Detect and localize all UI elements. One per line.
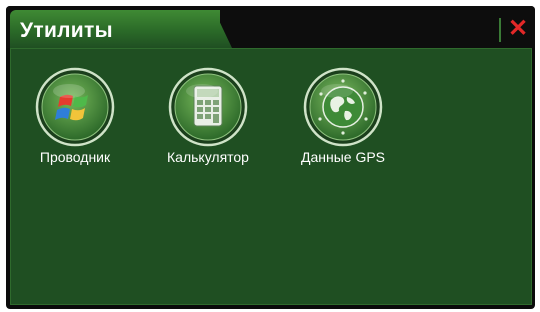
close-icon: ✕ [507,15,529,42]
title-separator [499,18,501,42]
app-label-gps-data: Данные GPS [300,149,386,165]
globe-icon [303,67,383,147]
app-calculator[interactable]: Калькулятор [150,67,266,165]
utilities-window: Утилиты ✕ Проводник Калькулятор Данные G… [6,6,535,309]
title-bar: Утилиты ✕ [6,6,535,48]
app-explorer[interactable]: Проводник [17,67,133,165]
windows-flag-icon [35,67,115,147]
app-label-calculator: Калькулятор [167,149,249,165]
close-button[interactable]: ✕ [506,15,530,43]
app-gps-data[interactable]: Данные GPS [285,67,401,165]
calculator-icon [168,67,248,147]
window-title: Утилиты [20,19,113,42]
app-grid: Проводник Калькулятор Данные GPS [10,48,532,305]
app-label-explorer: Проводник [39,149,111,165]
